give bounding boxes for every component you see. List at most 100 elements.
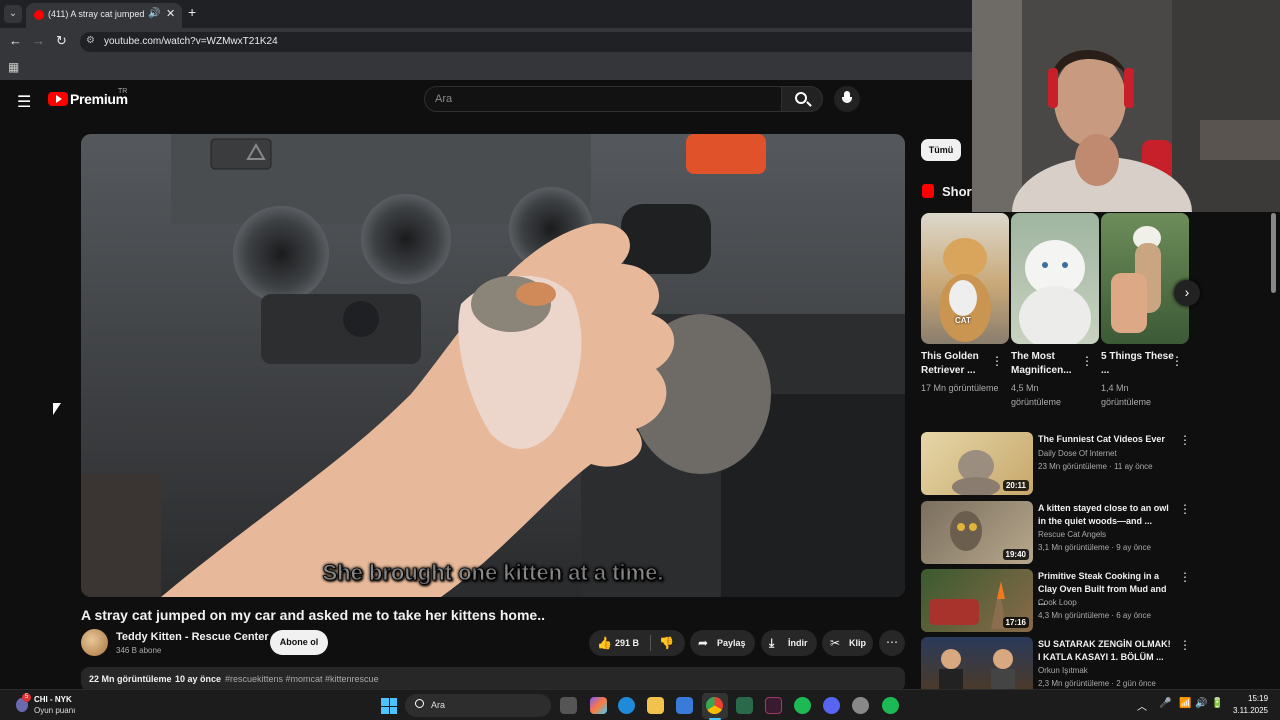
like-count[interactable]: 291 B <box>615 630 639 656</box>
clock-date[interactable]: 3.11.2025 <box>1233 706 1268 715</box>
short-more-icon[interactable]: ⋮ <box>1171 354 1183 368</box>
widget-subtitle[interactable]: Oyun puanı <box>34 706 75 715</box>
app-icon[interactable] <box>736 697 753 714</box>
subscribe-button[interactable]: Abone ol <box>270 630 328 655</box>
video-title[interactable]: A kitten stayed close to an owl in the q… <box>1038 502 1174 528</box>
download-button[interactable]: ⤓ İndir <box>761 630 817 656</box>
short-title[interactable]: The Most Magnificen... <box>1011 350 1085 378</box>
recommended-video[interactable]: 17:16 Primitive Steak Cooking in a Clay … <box>921 569 1191 633</box>
short-views: 17 Mn görüntüleme <box>921 383 999 393</box>
new-tab-button[interactable]: + <box>188 4 196 20</box>
thumbs-down-icon[interactable]: 👎 <box>659 630 674 656</box>
chip-all[interactable]: Tümü <box>921 139 961 161</box>
video-more-icon[interactable]: ⋮ <box>1179 433 1191 447</box>
share-button[interactable]: ➦ Paylaş <box>690 630 755 656</box>
spotify-icon[interactable] <box>882 697 899 714</box>
video-meta: 4,3 Mn görüntüleme · 6 ay önce <box>1038 611 1151 620</box>
wifi-icon[interactable]: 📶 <box>1179 698 1191 709</box>
browser-tab[interactable]: (411) A stray cat jumped on my car 🔊 ✕ <box>26 3 182 28</box>
channel-name[interactable]: Orkun Işıtmak <box>1038 666 1088 675</box>
short-thumbnail-image <box>1111 226 1161 333</box>
download-icon: ⤓ <box>769 636 775 650</box>
shorts-logo-icon <box>922 184 934 198</box>
app-icon[interactable] <box>765 697 782 714</box>
back-arrow-icon[interactable]: ← <box>9 33 22 48</box>
menu-icon[interactable]: ☰ <box>17 92 31 112</box>
edge-icon[interactable] <box>618 697 635 714</box>
url-text[interactable]: youtube.com/watch?v=WZMwxT21K24 <box>104 36 278 47</box>
channel-name[interactable]: Rescue Cat Angels <box>1038 530 1106 539</box>
video-more-icon[interactable]: ⋮ <box>1179 570 1191 584</box>
reload-icon[interactable]: ↻ <box>56 33 67 49</box>
audio-playing-icon[interactable]: 🔊 <box>148 8 160 19</box>
sidebar-scrollbar[interactable] <box>1271 213 1276 293</box>
chevron-up-icon[interactable]: ︿ <box>1137 698 1147 713</box>
short-views: 1,4 Mn görüntüleme <box>1101 383 1152 407</box>
short-more-icon[interactable]: ⋮ <box>1081 354 1093 368</box>
channel-name[interactable]: Cook Loop <box>1038 598 1077 607</box>
clip-button[interactable]: ✂ Klip <box>822 630 873 656</box>
upload-date: 10 ay önce <box>175 674 222 684</box>
short-thumbnail[interactable] <box>1011 213 1099 344</box>
share-arrow-icon: ➦ <box>698 636 709 650</box>
short-title[interactable]: This Golden Retriever ... <box>921 350 995 378</box>
video-duration: 20:11 <box>1002 480 1029 491</box>
short-thumbnail[interactable] <box>1101 213 1189 344</box>
file-explorer-icon[interactable] <box>647 697 664 714</box>
video-title[interactable]: SU SATARAK ZENGİN OLMAK! I KATLA KASAYI … <box>1038 638 1174 664</box>
clock-time[interactable]: 15:19 <box>1248 694 1268 703</box>
store-icon[interactable] <box>676 697 693 714</box>
like-dislike-group: 👍 291 B 👎 <box>589 630 685 656</box>
chevron-right-icon[interactable]: › <box>1174 280 1200 306</box>
webcam-overlay <box>972 0 1280 212</box>
short-thumbnail[interactable]: CAT <box>921 213 1009 344</box>
task-view-icon[interactable] <box>560 697 577 714</box>
channel-name[interactable]: Teddy Kitten - Rescue Center <box>116 631 269 643</box>
more-actions-icon[interactable]: ⋯ <box>879 630 905 656</box>
video-thumbnail[interactable]: 19:40 <box>921 501 1033 564</box>
thumbs-up-icon[interactable]: 👍 <box>597 630 612 656</box>
copilot-icon[interactable] <box>590 697 607 714</box>
notification-badge: 5 <box>22 693 31 702</box>
microphone-icon[interactable]: 🎤 <box>1159 698 1171 709</box>
short-more-icon[interactable]: ⋮ <box>991 354 1003 368</box>
search-button[interactable] <box>781 86 823 112</box>
volume-icon[interactable]: 🔊 <box>1195 698 1207 709</box>
short-views: 4,5 Mn görüntüleme <box>1011 383 1062 407</box>
forward-arrow-icon[interactable]: → <box>32 33 45 48</box>
short-title[interactable]: 5 Things These ... <box>1101 350 1175 378</box>
view-count: 22 Mn görüntüleme <box>89 674 172 684</box>
tab-close-button[interactable]: ✕ <box>166 7 175 20</box>
battery-icon[interactable]: 🔋 <box>1211 698 1223 709</box>
youtube-favicon-icon <box>34 10 44 20</box>
description-box[interactable]: 22 Mn görüntüleme 10 ay önce #rescuekitt… <box>81 667 905 691</box>
widget-title[interactable]: CHI - NYK <box>34 695 72 704</box>
channel-avatar[interactable] <box>81 629 108 656</box>
apps-grid-icon[interactable]: ▦ <box>8 60 19 74</box>
clip-label: Klip <box>849 638 866 648</box>
scissors-icon: ✂ <box>830 636 841 650</box>
voice-search-button[interactable] <box>834 86 860 112</box>
tab-search-button[interactable]: ⌄ <box>4 5 22 23</box>
video-title[interactable]: The Funniest Cat Videos Ever <box>1038 433 1174 446</box>
download-label: İndir <box>788 638 808 648</box>
youtube-logo-icon[interactable] <box>48 92 68 106</box>
channel-name[interactable]: Daily Dose Of Internet <box>1038 449 1117 458</box>
address-bar[interactable]: ⚙ youtube.com/watch?v=WZMwxT21K24 <box>80 32 980 52</box>
video-thumbnail[interactable] <box>921 637 1033 689</box>
video-more-icon[interactable]: ⋮ <box>1179 502 1191 516</box>
hashtags[interactable]: #rescuekittens #momcat #kittenrescue <box>225 674 379 684</box>
windows-start-icon[interactable] <box>381 698 397 714</box>
discord-icon[interactable] <box>823 697 840 714</box>
video-thumbnail[interactable]: 17:16 <box>921 569 1033 632</box>
steam-icon[interactable] <box>852 697 869 714</box>
video-player[interactable]: She brought one kitten at a time. <box>81 134 905 597</box>
video-thumbnail[interactable]: 20:11 <box>921 432 1033 495</box>
recommended-video[interactable]: 19:40 A kitten stayed close to an owl in… <box>921 501 1191 565</box>
taskbar-search[interactable]: Ara <box>405 694 551 717</box>
search-input[interactable]: Ara <box>424 86 782 112</box>
video-more-icon[interactable]: ⋮ <box>1179 638 1191 652</box>
site-info-icon[interactable]: ⚙ <box>86 35 95 46</box>
recommended-video[interactable]: 20:11 The Funniest Cat Videos Ever Daily… <box>921 432 1191 496</box>
spotify-icon[interactable] <box>794 697 811 714</box>
